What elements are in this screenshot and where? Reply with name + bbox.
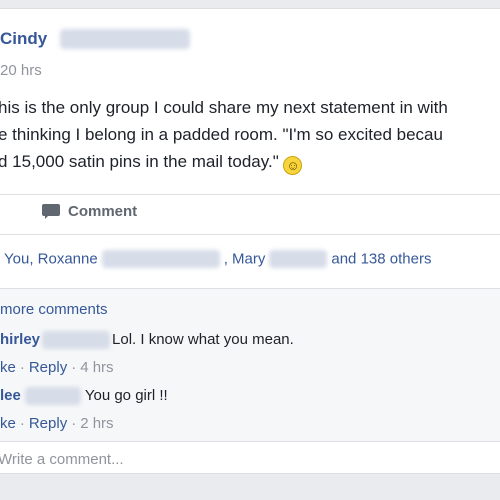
like-link[interactable]: ke <box>0 359 16 376</box>
post-text-line: his is the only group I could share my n… <box>0 98 448 117</box>
reactor-name-redacted <box>269 250 328 269</box>
reaction-names-1: You, Roxanne <box>4 250 98 268</box>
post-text-line: e thinking I belong in a padded room. "I… <box>0 125 443 144</box>
view-more-comments-link[interactable]: more comments <box>0 301 108 318</box>
author-name[interactable]: Cindy <box>0 29 47 48</box>
comment-bubble-icon <box>42 204 60 219</box>
write-comment-input[interactable] <box>0 446 478 472</box>
post-header: Cindy <box>0 29 190 55</box>
separator: · <box>71 415 77 433</box>
comments-section: more comments hirley Lol. I know what you… <box>0 289 500 473</box>
comment-text: You go girl !! <box>84 387 168 405</box>
reaction-names-2: , Mary <box>223 250 266 268</box>
commenter-name[interactable]: lee <box>0 387 21 404</box>
commenter-surname-redacted <box>42 331 111 350</box>
reactions-summary[interactable]: You, Roxanne , Mary and 138 others <box>4 250 432 269</box>
post-timestamp[interactable]: 20 hrs <box>0 62 42 79</box>
post-text-line-last: d 15,000 satin pins in the mail today." … <box>0 148 500 175</box>
separator: · <box>19 415 25 433</box>
comment-button-label: Comment <box>68 203 138 220</box>
post-text-line: d 15,000 satin pins in the mail today." <box>0 152 279 171</box>
comment-button[interactable]: Comment <box>42 203 137 220</box>
comment-timestamp[interactable]: 2 hrs <box>80 415 113 432</box>
reply-link[interactable]: Reply <box>29 359 67 376</box>
author-surname-redacted <box>59 29 190 49</box>
commenter-surname-redacted <box>24 387 81 406</box>
reply-link[interactable]: Reply <box>29 415 67 432</box>
post-body: his is the only group I could share my n… <box>0 94 500 175</box>
divider <box>0 234 500 235</box>
post-card: Cindy 20 hrs his is the only group I cou… <box>0 8 500 474</box>
comment-item: hirley Lol. I know what you mean. ke · Repl… <box>0 330 294 378</box>
write-comment-box <box>0 441 500 473</box>
separator: · <box>71 359 77 377</box>
separator: · <box>19 359 25 377</box>
like-link[interactable]: ke <box>0 415 16 432</box>
comment-text: Lol. I know what you mean. <box>112 331 294 349</box>
comment-item: lee You go girl !! ke · Reply · 2 hrs <box>0 386 168 434</box>
commenter-name[interactable]: hirley <box>0 331 40 348</box>
reaction-others: and 138 others <box>331 250 432 268</box>
action-bar: Comment <box>0 195 500 233</box>
comment-timestamp[interactable]: 4 hrs <box>80 359 113 376</box>
smile-emoji-icon: ☺ <box>283 156 303 175</box>
reactor-name-redacted <box>101 250 220 269</box>
